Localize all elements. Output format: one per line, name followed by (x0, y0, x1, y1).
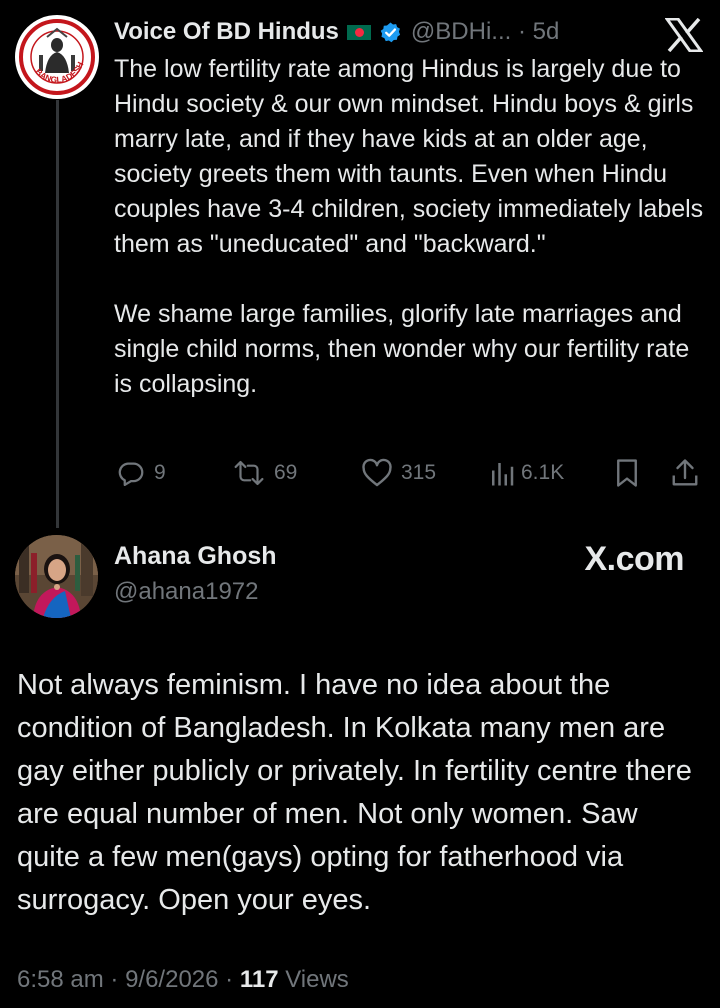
views-label: Views (285, 966, 349, 993)
heart-icon (362, 458, 392, 487)
analytics-icon (492, 463, 514, 486)
voice-of-bd-hindus-logo: BANGLADESH (16, 16, 98, 98)
reply-author-handle[interactable]: @ahana1972 (114, 578, 259, 606)
author-handle[interactable]: @BDHi... (411, 18, 511, 45)
repost-count: 69 (274, 461, 298, 484)
repost-icon (234, 460, 264, 486)
author-name[interactable]: Voice Of BD Hindus (114, 18, 339, 46)
xcom-watermark: X.com (584, 540, 684, 578)
repost-button[interactable]: 69 (232, 456, 297, 490)
handle-and-time: @BDHi... · 5d (411, 18, 559, 46)
parent-tweet-header: Voice Of BD Hindus @BDHi... · 5d (114, 14, 559, 50)
tweet-time[interactable]: 6:58 am (17, 966, 104, 993)
view-count: 6.1K (521, 461, 565, 484)
views-button[interactable]: 6.1K (488, 456, 564, 490)
views-count: 117 (239, 966, 279, 993)
separator-dot: · (517, 18, 526, 45)
x-logo-icon[interactable] (664, 17, 704, 53)
profile-photo (15, 535, 98, 618)
parent-tweet-text: The low fertility rate among Hindus is l… (114, 55, 704, 398)
reply-button[interactable]: 9 (116, 456, 166, 490)
bookmark-button[interactable] (614, 456, 640, 490)
verified-badge-icon (379, 21, 402, 44)
avatar[interactable] (15, 535, 98, 618)
tweet-action-bar: 9 69 315 6.1K (0, 456, 720, 490)
reply-count: 9 (154, 461, 166, 484)
separator-dot: · (225, 966, 234, 993)
bookmark-icon (617, 459, 637, 487)
reply-icon (118, 462, 144, 486)
bangladesh-flag-icon (346, 24, 371, 40)
avatar[interactable]: BANGLADESH (15, 15, 99, 99)
reply-tweet-text: Not always feminism. I have no idea abou… (17, 669, 692, 916)
time-ago[interactable]: 5d (533, 18, 560, 45)
share-button[interactable] (671, 456, 699, 490)
separator-dot: · (110, 966, 119, 993)
like-count: 315 (401, 461, 437, 484)
like-button[interactable]: 315 (361, 456, 436, 490)
tweet-metadata: 6:58 am · 9/6/2026 · 117 Views (17, 966, 349, 994)
tweet-date[interactable]: 9/6/2026 (125, 966, 218, 993)
share-icon (672, 459, 698, 486)
reply-author-name[interactable]: Ahana Ghosh (114, 542, 277, 571)
